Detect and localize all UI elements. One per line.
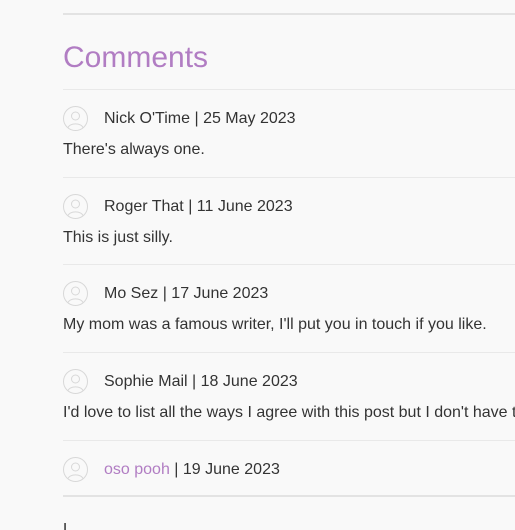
comment-text: There's always one. bbox=[63, 141, 205, 158]
comment-author: Roger That bbox=[104, 198, 184, 215]
comments-page: Comments Nick O'Time | 25 May 2023 There… bbox=[0, 0, 515, 530]
top-divider bbox=[63, 13, 515, 15]
comment-meta: Mo Sez | 17 June 2023 bbox=[104, 284, 268, 304]
comment-author: Mo Sez bbox=[104, 285, 159, 302]
comment-item: Roger That | 11 June 2023 This is just s… bbox=[63, 177, 515, 265]
comment-date: 19 June 2023 bbox=[182, 461, 280, 478]
user-avatar-icon bbox=[63, 106, 88, 131]
comment-meta: oso pooh | 19 June 2023 bbox=[104, 460, 280, 480]
comment-meta: Sophie Mail | 18 June 2023 bbox=[104, 372, 298, 392]
user-avatar-icon bbox=[63, 369, 88, 394]
comments-heading: Comments bbox=[63, 41, 209, 74]
comment-item: Mo Sez | 17 June 2023 My mom was a famou… bbox=[63, 264, 515, 353]
comment-author-link[interactable]: oso pooh bbox=[104, 461, 170, 478]
meta-separator: | bbox=[158, 285, 172, 302]
comment-header: Roger That | 11 June 2023 bbox=[63, 194, 515, 220]
comment-header: Sophie Mail | 18 June 2023 bbox=[63, 369, 515, 395]
comment-header: Mo Sez | 17 June 2023 bbox=[63, 281, 515, 307]
meta-separator: | bbox=[169, 461, 183, 478]
comment-item: Sophie Mail | 18 June 2023 I'd love to l… bbox=[63, 352, 515, 441]
user-avatar-icon bbox=[63, 281, 88, 306]
meta-separator: | bbox=[187, 373, 201, 390]
comment-author: Sophie Mail bbox=[104, 373, 188, 390]
comment-header: Nick O'Time | 25 May 2023 bbox=[63, 106, 515, 132]
meta-separator: | bbox=[183, 198, 197, 215]
meta-separator: | bbox=[190, 110, 204, 127]
comment-date: 17 June 2023 bbox=[171, 285, 269, 302]
user-avatar-icon bbox=[63, 194, 88, 219]
comment-text: This is just silly. bbox=[63, 229, 173, 246]
comment-date: 11 June 2023 bbox=[196, 198, 293, 215]
comment-text: My mom was a famous writer, I'll put you… bbox=[63, 316, 487, 333]
comment-meta: Nick O'Time | 25 May 2023 bbox=[104, 109, 296, 129]
bottom-divider bbox=[63, 495, 515, 497]
comment-meta: Roger That | 11 June 2023 bbox=[104, 197, 293, 217]
next-section-heading-partial: L bbox=[63, 521, 72, 530]
user-avatar-icon bbox=[63, 457, 88, 482]
comment-author: Nick O'Time bbox=[104, 110, 191, 127]
comment-header: oso pooh | 19 June 2023 bbox=[63, 457, 515, 483]
comment-date: 25 May 2023 bbox=[203, 110, 296, 127]
comment-item: oso pooh | 19 June 2023 bbox=[63, 440, 515, 496]
comment-date: 18 June 2023 bbox=[200, 373, 298, 390]
comment-text: I'd love to list all the ways I agree wi… bbox=[63, 404, 515, 421]
comment-item: Nick O'Time | 25 May 2023 There's always… bbox=[63, 89, 515, 178]
